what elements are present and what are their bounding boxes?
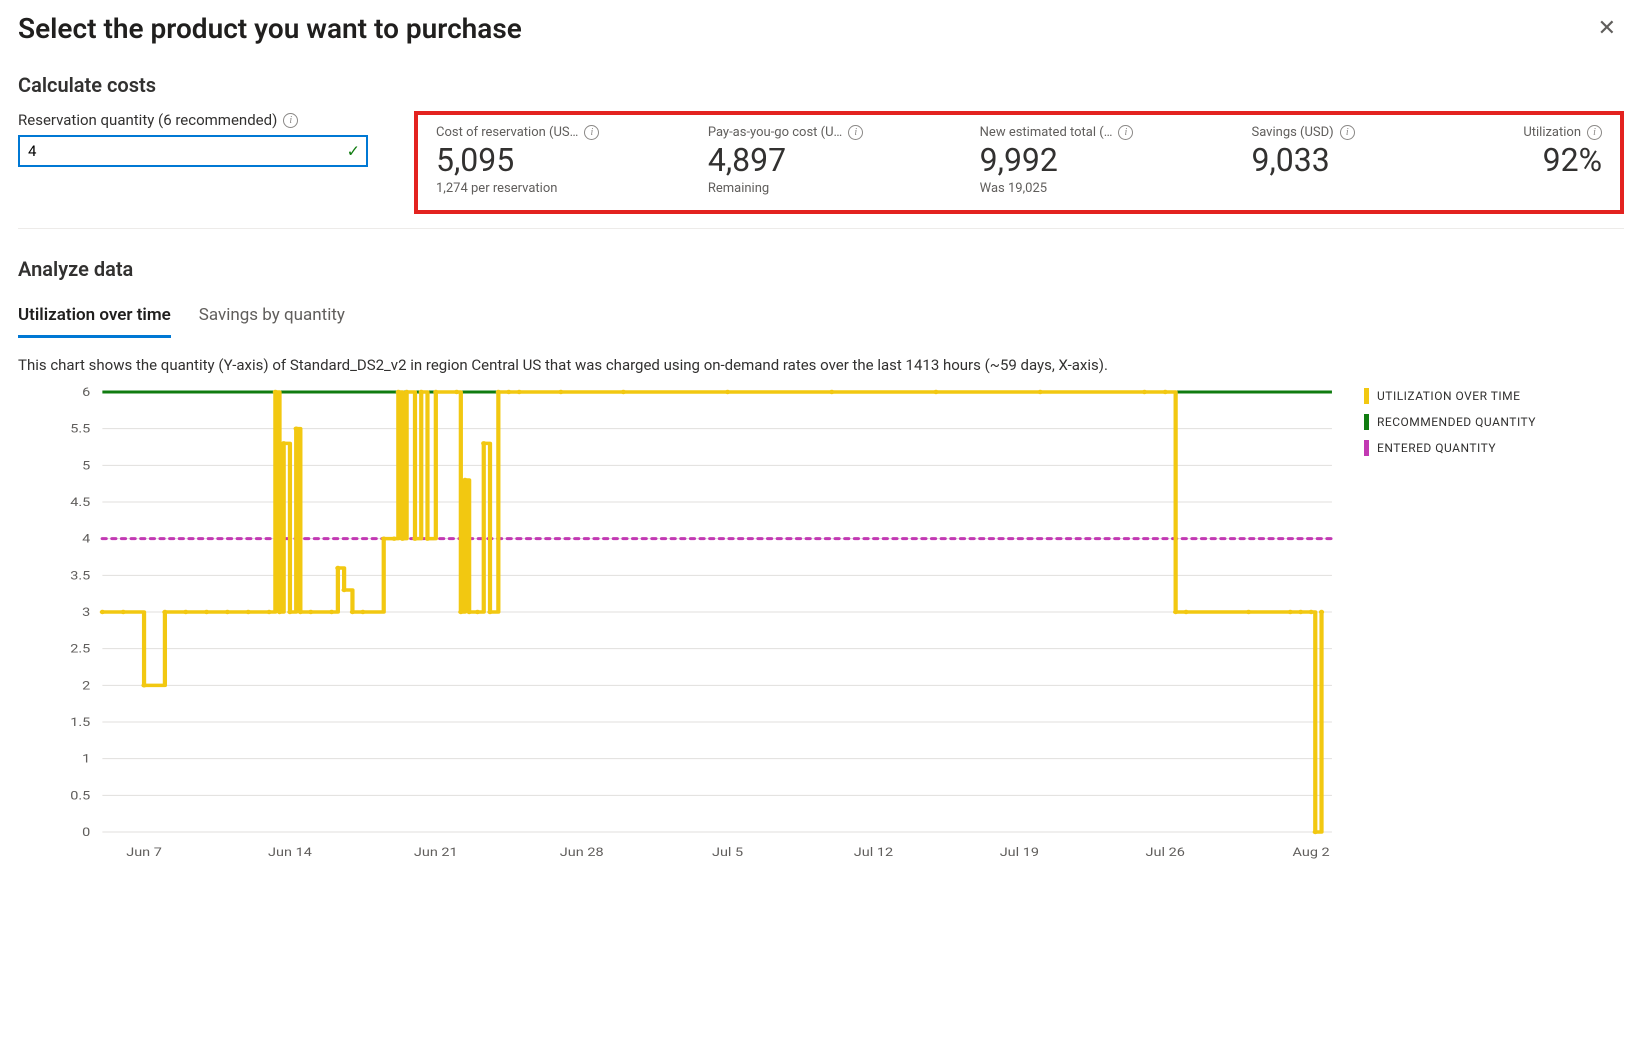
svg-text:Jun 7: Jun 7 [126, 846, 162, 860]
svg-text:Jul 19: Jul 19 [1000, 846, 1039, 860]
metric-value: 92% [1523, 142, 1602, 179]
info-icon[interactable]: i [283, 113, 298, 128]
analyze-data-heading: Analyze data [18, 257, 1624, 281]
legend-label: ENTERED QUANTITY [1377, 441, 1496, 455]
info-icon[interactable]: i [848, 125, 863, 140]
metric-subtext: Was 19,025 [980, 181, 1232, 196]
tab-utilization-over-time[interactable]: Utilization over time [18, 299, 171, 338]
svg-text:Jul 5: Jul 5 [712, 846, 743, 860]
svg-text:0: 0 [82, 826, 90, 840]
legend-item-utilization: UTILIZATION OVER TIME [1364, 388, 1624, 404]
metric-value: 4,897 [708, 142, 960, 179]
svg-text:2.5: 2.5 [70, 643, 90, 657]
analyze-tabs: Utilization over time Savings by quantit… [18, 299, 1624, 338]
metric-label: Savings (USD) [1251, 125, 1333, 140]
reservation-quantity-input[interactable] [18, 135, 368, 167]
metric-cost-reservation: Cost of reservation (US… i 5,095 1,274 p… [436, 125, 688, 196]
svg-text:Jun 21: Jun 21 [414, 846, 458, 860]
svg-text:6: 6 [82, 386, 90, 400]
metric-utilization: Utilization i 92% [1523, 125, 1602, 196]
metric-label: New estimated total (… [980, 125, 1113, 140]
calculate-costs-heading: Calculate costs [18, 73, 1624, 97]
cost-metrics-panel: Cost of reservation (US… i 5,095 1,274 p… [414, 111, 1624, 214]
info-icon[interactable]: i [1340, 125, 1355, 140]
chart-description: This chart shows the quantity (Y-axis) o… [18, 356, 1624, 374]
metric-payg: Pay-as-you-go cost (U… i 4,897 Remaining [708, 125, 960, 196]
legend-item-recommended: RECOMMENDED QUANTITY [1364, 414, 1624, 430]
info-icon[interactable]: i [1118, 125, 1133, 140]
metric-label: Cost of reservation (US… [436, 125, 578, 140]
svg-text:5: 5 [82, 459, 90, 473]
legend-swatch-icon [1364, 388, 1369, 404]
svg-text:Jul 26: Jul 26 [1146, 846, 1185, 860]
metric-savings: Savings (USD) i 9,033 [1251, 125, 1503, 196]
checkmark-icon: ✓ [347, 142, 360, 161]
legend-swatch-icon [1364, 440, 1369, 456]
legend-item-entered: ENTERED QUANTITY [1364, 440, 1624, 456]
svg-text:4: 4 [82, 533, 91, 547]
info-icon[interactable]: i [1587, 125, 1602, 140]
tab-savings-by-quantity[interactable]: Savings by quantity [199, 299, 345, 338]
svg-text:2: 2 [82, 679, 90, 693]
metric-subtext: 1,274 per reservation [436, 181, 688, 196]
svg-text:4.5: 4.5 [70, 496, 90, 510]
svg-text:Jun 14: Jun 14 [268, 846, 312, 860]
metric-new-total: New estimated total (… i 9,992 Was 19,02… [980, 125, 1232, 196]
reservation-quantity-block: Reservation quantity (6 recommended) i ✓ [18, 111, 398, 167]
page-title: Select the product you want to purchase [18, 12, 522, 45]
close-button[interactable]: ✕ [1590, 12, 1624, 45]
svg-text:0.5: 0.5 [70, 789, 90, 803]
reservation-quantity-label: Reservation quantity (6 recommended) [18, 111, 277, 129]
chart-legend: UTILIZATION OVER TIME RECOMMENDED QUANTI… [1344, 384, 1624, 864]
svg-text:1: 1 [82, 753, 90, 767]
metric-value: 9,992 [980, 142, 1232, 179]
metric-value: 9,033 [1251, 142, 1503, 179]
legend-swatch-icon [1364, 414, 1369, 430]
legend-label: RECOMMENDED QUANTITY [1377, 415, 1536, 429]
svg-text:3.5: 3.5 [70, 569, 90, 583]
svg-text:5.5: 5.5 [70, 423, 90, 437]
metric-label: Pay-as-you-go cost (U… [708, 125, 842, 140]
legend-label: UTILIZATION OVER TIME [1377, 389, 1520, 403]
metric-value: 5,095 [436, 142, 688, 179]
close-icon: ✕ [1598, 16, 1616, 41]
metric-label: Utilization [1523, 125, 1581, 140]
utilization-chart: 0 0.5 1 1.5 2 2.5 3 3.5 4 4.5 5 5.5 6 Jun 7 Jun 14 Jun … [18, 384, 1344, 864]
metric-subtext: Remaining [708, 181, 960, 196]
info-icon[interactable]: i [584, 125, 599, 140]
svg-text:1.5: 1.5 [70, 716, 90, 730]
svg-text:3: 3 [82, 606, 90, 620]
svg-text:Jul 12: Jul 12 [854, 846, 893, 860]
svg-text:Aug 2: Aug 2 [1293, 846, 1330, 860]
svg-text:Jun 28: Jun 28 [560, 846, 604, 860]
